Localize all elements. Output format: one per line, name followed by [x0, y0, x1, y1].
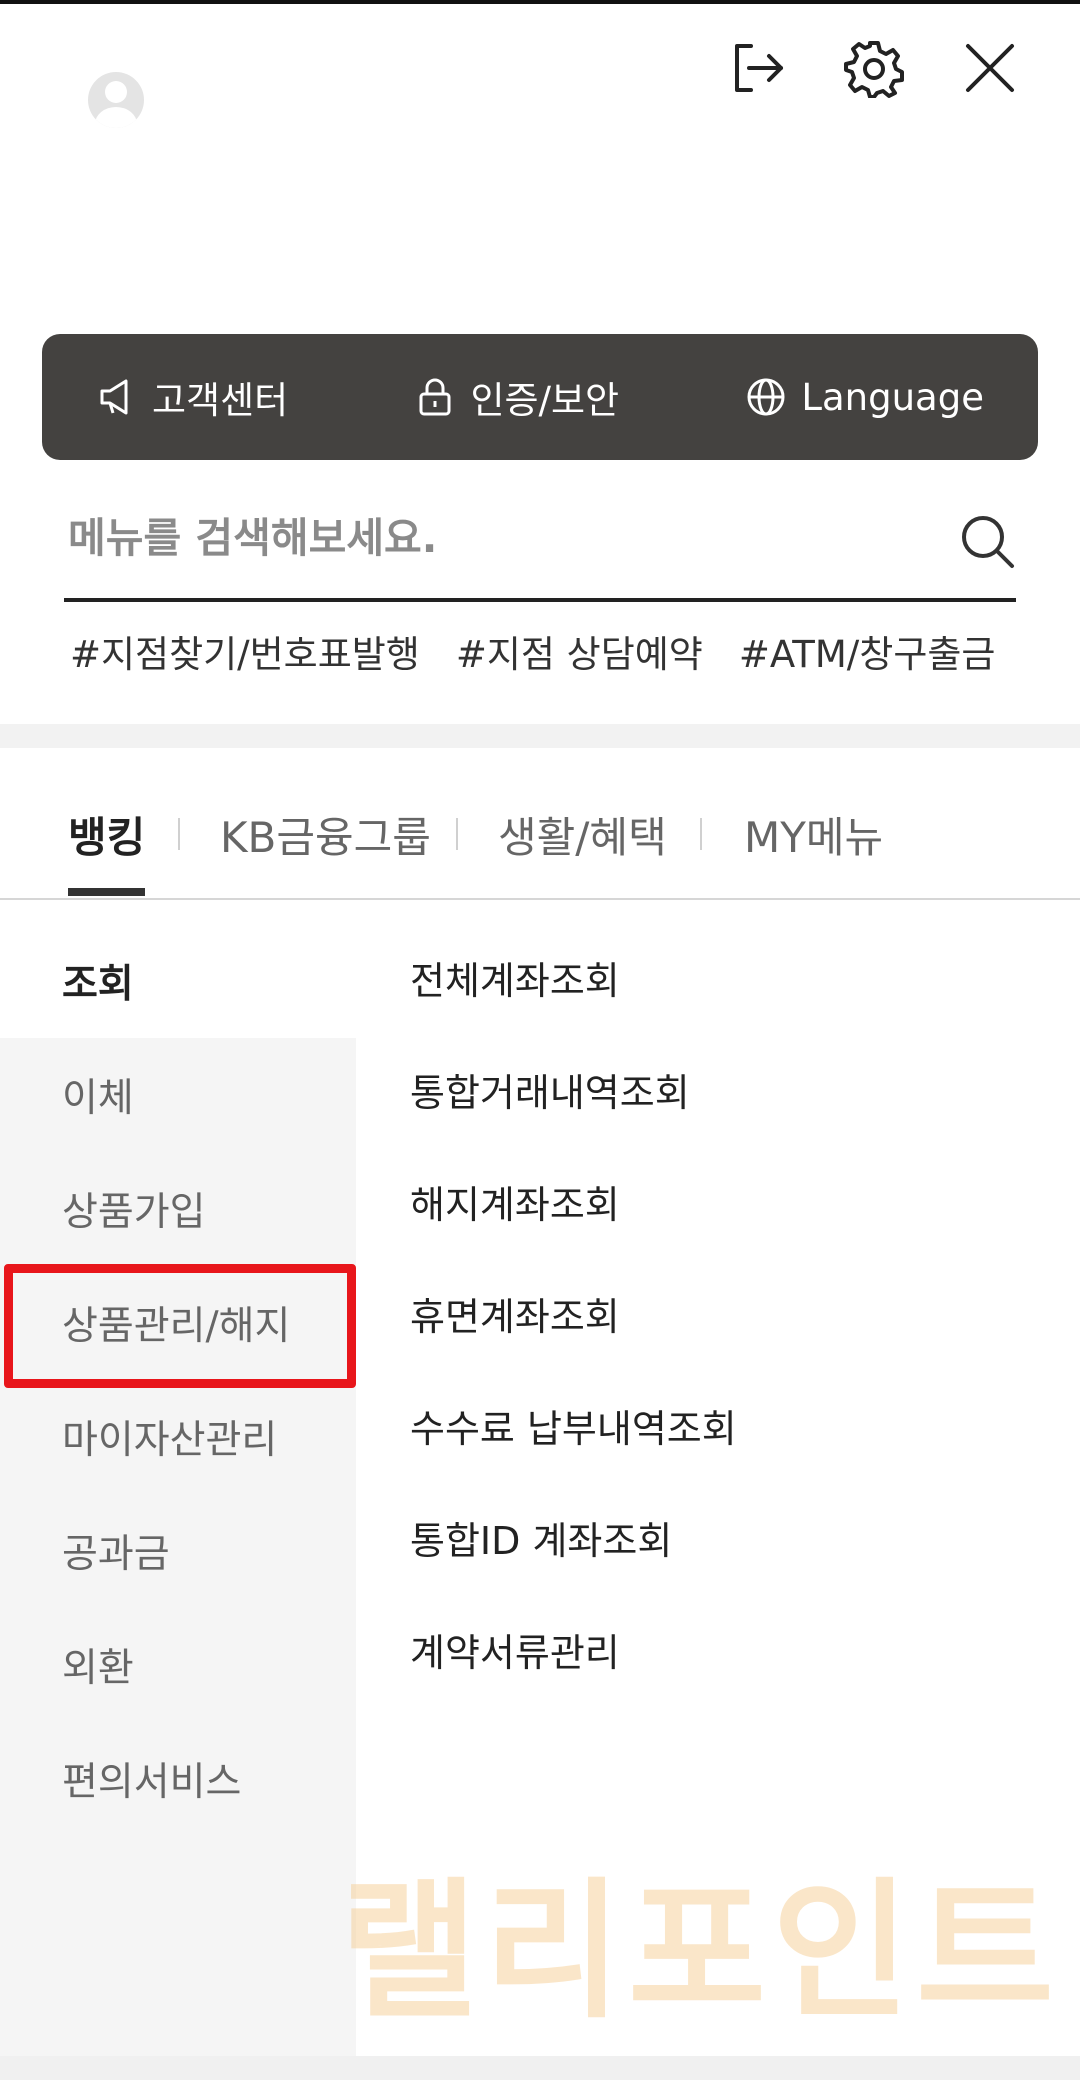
- tab-separator: [178, 818, 180, 850]
- megaphone-icon: [100, 379, 128, 415]
- tab-life-benefits[interactable]: 생활/혜택: [498, 804, 667, 896]
- logout-icon[interactable]: [725, 36, 789, 100]
- tab-kb-group[interactable]: KB금융그룹: [220, 804, 431, 896]
- submenu-item-transaction-history[interactable]: 통합거래내역조회: [410, 1062, 1010, 1117]
- watermark: 랠리포인트: [340, 1865, 1061, 2039]
- menu-search: [64, 498, 1016, 602]
- nav-item-my-assets[interactable]: 마이자산관리: [0, 1380, 356, 1494]
- gear-icon[interactable]: [842, 36, 906, 100]
- lock-icon: [419, 378, 451, 416]
- hashtag-atm-withdrawal[interactable]: #ATM/창구출금: [739, 624, 996, 678]
- customer-center-button[interactable]: 고객센터: [96, 370, 288, 424]
- left-category-nav: 조회 이체 상품가입 상품관리/해지 마이자산관리 공과금 외환 편의서비스: [0, 924, 356, 2056]
- submenu-item-contract-docs[interactable]: 계약서류관리: [410, 1622, 1010, 1677]
- submenu-item-closed-accounts[interactable]: 해지계좌조회: [410, 1174, 1010, 1229]
- nav-item-inquiry[interactable]: 조회: [0, 924, 356, 1038]
- tab-my-menu[interactable]: MY메뉴: [744, 804, 883, 896]
- hashtag-list: #지점찾기/번호표발행 #지점 상담예약 #ATM/창구출금: [70, 624, 995, 678]
- search-icon[interactable]: [958, 512, 1016, 570]
- nav-item-product-manage[interactable]: 상품관리/해지: [0, 1266, 356, 1380]
- tab-separator: [700, 818, 702, 850]
- bottom-band: [0, 2056, 1080, 2080]
- nav-item-product-signup[interactable]: 상품가입: [0, 1152, 356, 1266]
- submenu-item-dormant-accounts[interactable]: 휴면계좌조회: [410, 1286, 1010, 1341]
- user-avatar-icon[interactable]: [88, 72, 144, 128]
- auth-security-label: 인증/보안: [470, 379, 620, 422]
- tab-banking[interactable]: 뱅킹: [68, 804, 146, 896]
- language-button[interactable]: Language: [745, 376, 984, 419]
- close-icon[interactable]: [958, 36, 1022, 100]
- hashtag-branch-finder[interactable]: #지점찾기/번호표발행: [70, 624, 420, 678]
- section-divider: [0, 724, 1080, 748]
- customer-center-label: 고객센터: [152, 379, 289, 422]
- nav-item-transfer[interactable]: 이체: [0, 1038, 356, 1152]
- submenu-item-all-accounts[interactable]: 전체계좌조회: [410, 950, 1010, 1005]
- top-border: [0, 0, 1080, 4]
- nav-item-utility-bills[interactable]: 공과금: [0, 1494, 356, 1608]
- language-label: Language: [801, 375, 984, 419]
- hashtag-branch-consult[interactable]: #지점 상담예약: [456, 624, 703, 678]
- category-tabs: 뱅킹 KB금융그룹 생활/혜택 MY메뉴: [0, 748, 1080, 900]
- tab-separator: [456, 818, 458, 850]
- globe-icon: [747, 378, 785, 416]
- nav-item-foreign-exchange[interactable]: 외환: [0, 1608, 356, 1722]
- nav-item-convenience[interactable]: 편의서비스: [0, 1722, 356, 1836]
- search-input[interactable]: [64, 498, 924, 578]
- submenu-item-integrated-id[interactable]: 통합ID 계좌조회: [410, 1510, 1010, 1565]
- auth-security-button[interactable]: 인증/보안: [414, 370, 619, 424]
- submenu-item-fee-history[interactable]: 수수료 납부내역조회: [410, 1398, 1010, 1453]
- quick-menu-bar: 고객센터 인증/보안 Language: [42, 334, 1038, 460]
